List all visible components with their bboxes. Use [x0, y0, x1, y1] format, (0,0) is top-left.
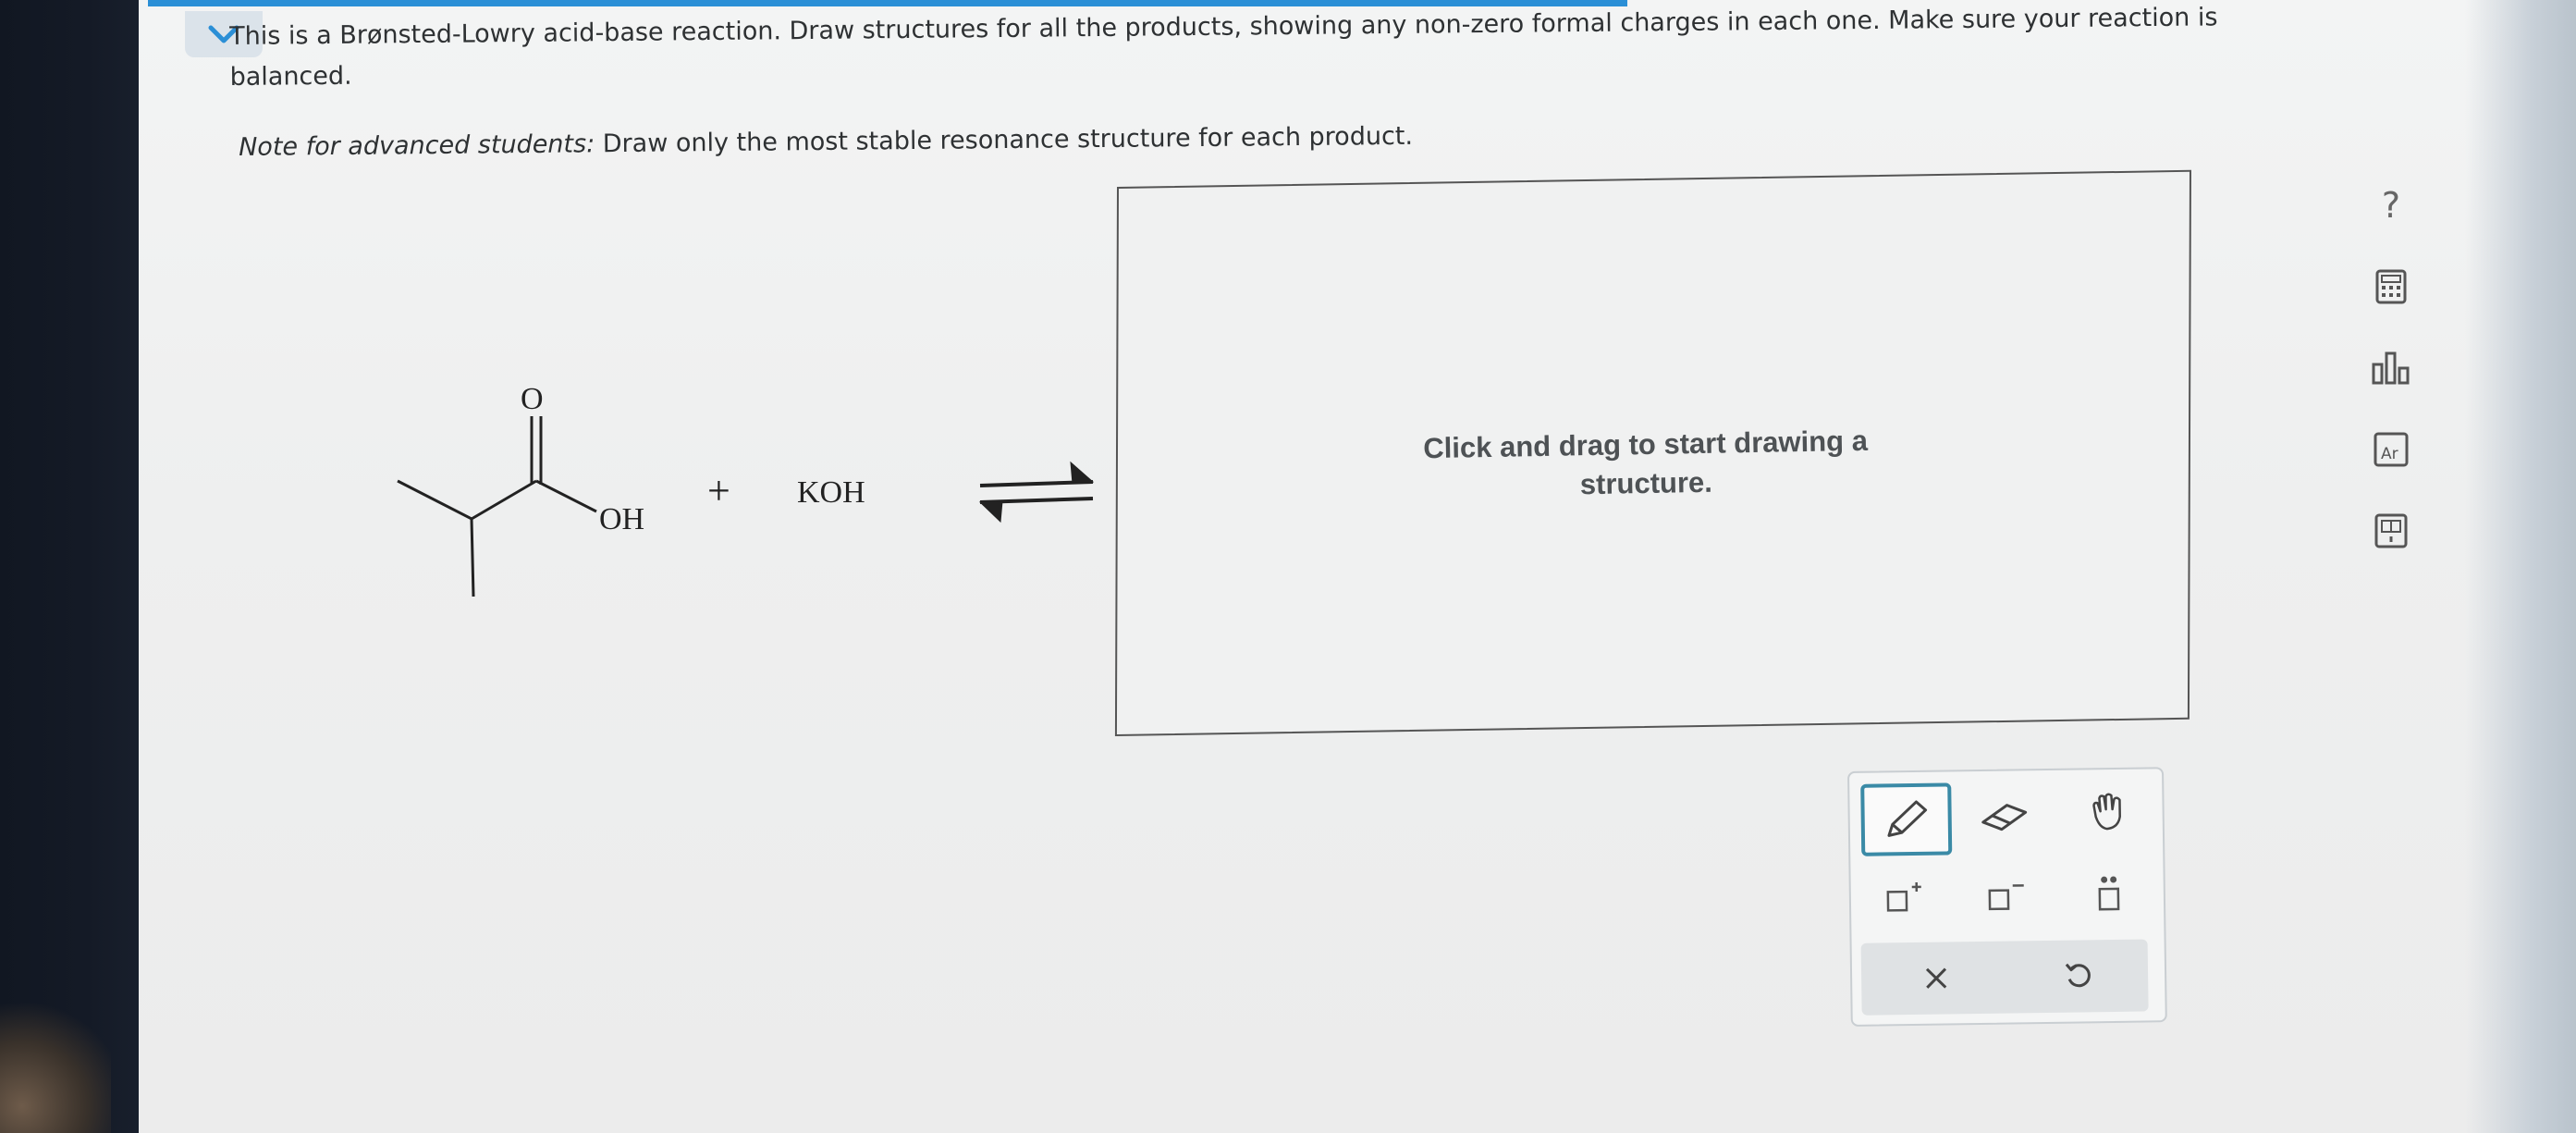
- side-toolbar: ? Ar: [2367, 181, 2432, 588]
- periodic-table-icon: Ar: [2374, 432, 2409, 467]
- help-button[interactable]: ?: [2367, 181, 2415, 229]
- pencil-icon: [1887, 800, 1928, 837]
- calculator-icon: [2375, 269, 2407, 304]
- positive-charge-button[interactable]: [1861, 865, 1945, 930]
- toolbar-actions: [1860, 939, 2149, 1016]
- lone-pair-icon: [2098, 876, 2120, 911]
- plus-sign: +: [707, 468, 730, 513]
- hydroxyl-label: OH: [599, 502, 644, 536]
- reference-button[interactable]: [2367, 507, 2415, 555]
- bezel-corner: [0, 999, 111, 1133]
- drawing-toolbar: [1847, 767, 2167, 1027]
- eraser-tool-button[interactable]: [1962, 783, 2046, 849]
- data-chart-button[interactable]: [2367, 344, 2415, 392]
- molecule-bonds: [397, 416, 597, 597]
- pencil-tool-button[interactable]: [1860, 782, 1953, 856]
- carbonyl-oxygen-label: O: [521, 382, 544, 416]
- reactant-structure: O OH + KOH: [397, 382, 1095, 597]
- note-label: Note for advanced students:: [239, 129, 595, 162]
- help-icon: ?: [2381, 185, 2401, 226]
- lone-pair-button[interactable]: [2067, 861, 2151, 927]
- clear-button[interactable]: [1895, 945, 1979, 1011]
- periodic-table-button[interactable]: Ar: [2367, 425, 2415, 474]
- reaction-scheme: O OH + KOH: [388, 370, 1119, 610]
- undo-icon: [2065, 963, 2091, 988]
- minus-charge-icon: [1988, 884, 2024, 911]
- plus-charge-icon: [1886, 881, 1921, 912]
- undo-button[interactable]: [2037, 943, 2121, 1009]
- pan-tool-button[interactable]: [2066, 778, 2150, 844]
- koh-label: KOH: [797, 475, 865, 510]
- bar-chart-icon: [2372, 351, 2410, 385]
- screen-edge: [2465, 0, 2576, 1133]
- calculator-button[interactable]: [2367, 263, 2415, 311]
- drawing-hint: Click and drag to start drawing a struct…: [1312, 420, 1979, 510]
- equilibrium-arrow: [978, 461, 1095, 523]
- svg-text:Ar: Ar: [2381, 445, 2398, 463]
- negative-charge-button[interactable]: [1963, 863, 2047, 929]
- eraser-icon: [1981, 804, 2028, 831]
- reference-book-icon: [2374, 513, 2408, 548]
- hand-icon: [2092, 793, 2121, 831]
- close-icon: [1925, 967, 1947, 989]
